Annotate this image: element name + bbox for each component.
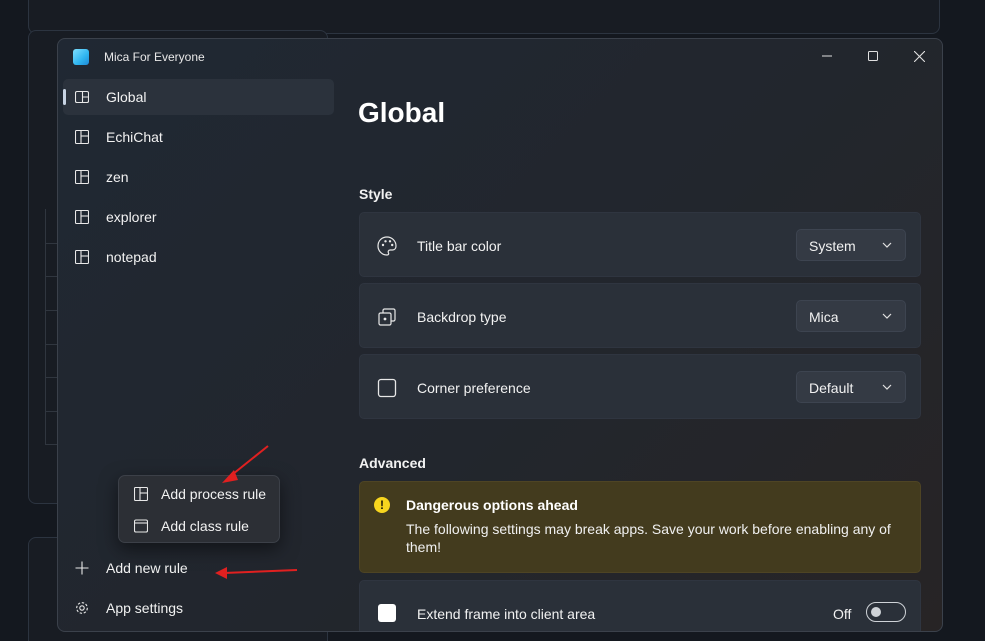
add-new-rule-label: Add new rule: [106, 560, 188, 576]
minimize-icon: [822, 55, 832, 57]
process-rule-icon: [75, 210, 89, 224]
background-window-top: [28, 0, 940, 34]
page-title: Global: [358, 97, 446, 128]
maximize-icon: [868, 51, 878, 61]
setting-label: Corner preference: [417, 380, 531, 396]
setting-card-title-bar-color: Title bar color System: [359, 212, 921, 277]
menu-item-label: Add class rule: [161, 518, 249, 534]
menu-item-label: Add process rule: [161, 486, 267, 502]
chevron-down-icon: [882, 313, 892, 319]
dropdown-value: Default: [809, 380, 854, 396]
section-heading-style: Style: [359, 186, 393, 202]
chevron-down-icon: [882, 242, 892, 248]
sidebar-item-label: Global: [106, 89, 147, 105]
global-rule-icon: [75, 90, 89, 104]
title-bar-color-dropdown[interactable]: System: [796, 229, 906, 261]
warning-infobar: ! Dangerous options ahead The following …: [359, 481, 921, 573]
plus-icon: [75, 561, 89, 575]
close-button[interactable]: [896, 39, 942, 73]
app-logo-icon: [73, 49, 89, 65]
warning-message: The following settings may break apps. S…: [406, 521, 891, 555]
setting-card-corner-preference: Corner preference Default: [359, 354, 921, 419]
sidebar-item-explorer[interactable]: explorer: [63, 199, 334, 235]
sidebar-item-echichat[interactable]: EchiChat: [63, 119, 334, 155]
corner-preference-dropdown[interactable]: Default: [796, 371, 906, 403]
dropdown-value: System: [809, 238, 856, 254]
sidebar-item-zen[interactable]: zen: [63, 159, 334, 195]
background-divider: [45, 209, 46, 445]
process-rule-icon: [134, 487, 148, 501]
chevron-down-icon: [882, 384, 892, 390]
dropdown-value: Mica: [809, 309, 839, 325]
minimize-button[interactable]: [804, 39, 850, 73]
toggle-knob: [871, 607, 881, 617]
app-settings-label: App settings: [106, 600, 184, 616]
warning-icon: !: [374, 497, 390, 513]
sidebar-item-global[interactable]: Global: [63, 79, 334, 115]
close-icon: [913, 50, 925, 62]
sidebar-item-label: EchiChat: [106, 129, 163, 145]
setting-card-extend-frame: Extend frame into client area Off: [359, 580, 921, 631]
sidebar-item-label: explorer: [106, 209, 157, 225]
extend-frame-checkbox-icon: [378, 604, 396, 622]
maximize-button[interactable]: [850, 39, 896, 73]
setting-label: Extend frame into client area: [417, 606, 596, 622]
toggle-state-label: Off: [833, 606, 852, 622]
process-rule-icon: [75, 250, 89, 264]
add-new-rule-button[interactable]: Add new rule: [63, 550, 334, 586]
sidebar-item-label: zen: [106, 169, 129, 185]
window-class-icon: [134, 519, 148, 533]
add-class-rule-menu-item[interactable]: Add class rule: [123, 512, 277, 540]
gear-icon: [76, 602, 88, 614]
add-rule-flyout: Add process rule Add class rule: [118, 475, 280, 543]
setting-label: Title bar color: [417, 238, 502, 254]
window-title: Mica For Everyone: [104, 50, 205, 64]
palette-icon: [377, 236, 397, 256]
extend-frame-toggle[interactable]: [866, 602, 906, 622]
selection-indicator: [63, 89, 66, 105]
sidebar-item-label: notepad: [106, 249, 157, 265]
app-settings-button[interactable]: App settings: [63, 590, 334, 626]
main-window: Mica For Everyone Global EchiChat zen ex…: [57, 38, 943, 632]
warning-title: Dangerous options ahead: [406, 497, 578, 513]
corner-icon: [377, 378, 397, 398]
section-heading-advanced: Advanced: [359, 455, 426, 471]
backdrop-type-dropdown[interactable]: Mica: [796, 300, 906, 332]
process-rule-icon: [75, 170, 89, 184]
sidebar-item-notepad[interactable]: notepad: [63, 239, 334, 275]
process-rule-icon: [75, 130, 89, 144]
setting-card-backdrop-type: Backdrop type Mica: [359, 283, 921, 348]
setting-label: Backdrop type: [417, 309, 507, 325]
title-bar[interactable]: Mica For Everyone: [58, 39, 942, 75]
backdrop-icon: [378, 308, 396, 326]
add-process-rule-menu-item[interactable]: Add process rule: [123, 480, 277, 508]
